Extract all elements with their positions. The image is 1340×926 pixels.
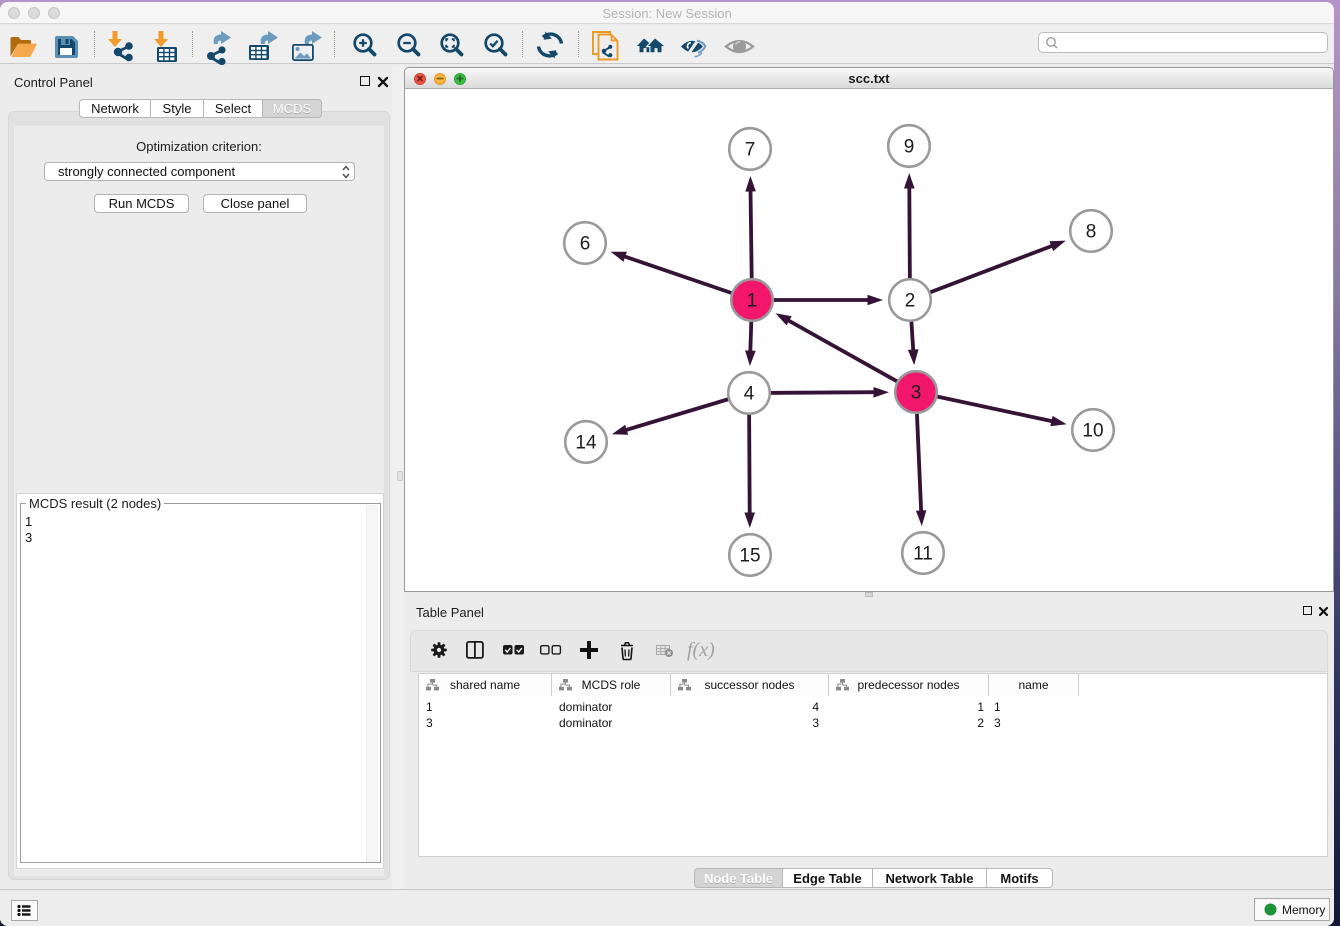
svg-text:7: 7	[745, 140, 756, 161]
svg-text:14: 14	[575, 433, 597, 454]
svg-text:8: 8	[1086, 222, 1097, 243]
svg-text:9: 9	[904, 137, 915, 158]
svg-text:10: 10	[1082, 421, 1103, 442]
svg-text:1: 1	[747, 291, 758, 312]
svg-text:6: 6	[580, 234, 591, 255]
svg-text:15: 15	[739, 546, 760, 567]
svg-text:3: 3	[911, 383, 922, 404]
svg-text:11: 11	[913, 544, 933, 565]
svg-text:f(x): f(x)	[687, 639, 715, 661]
svg-text:2: 2	[905, 291, 916, 312]
svg-text:4: 4	[744, 384, 755, 405]
